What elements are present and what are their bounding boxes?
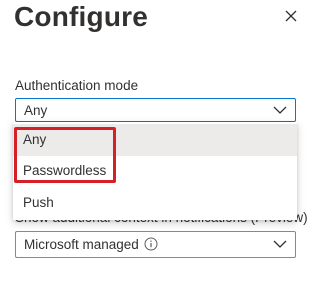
option-push[interactable]: Push xyxy=(13,187,297,219)
option-passwordless[interactable]: Passwordless xyxy=(13,155,297,187)
chevron-down-icon xyxy=(273,106,287,114)
info-icon[interactable] xyxy=(144,237,158,251)
notification-context-value: Microsoft managed xyxy=(24,237,139,252)
chevron-down-icon xyxy=(273,240,287,248)
authentication-mode-value: Any xyxy=(24,103,48,118)
close-icon xyxy=(285,10,297,22)
authentication-mode-dropdown[interactable]: Any xyxy=(15,98,296,122)
configure-panel: Configure Authentication mode Any Show a… xyxy=(0,0,323,299)
authentication-mode-options-list: Any Passwordless Push xyxy=(13,122,297,220)
panel-title: Configure xyxy=(14,1,149,32)
authentication-mode-label: Authentication mode xyxy=(15,78,139,93)
close-button[interactable] xyxy=(282,7,300,25)
notification-context-dropdown[interactable]: Microsoft managed xyxy=(15,231,296,258)
option-any[interactable]: Any xyxy=(13,124,297,156)
